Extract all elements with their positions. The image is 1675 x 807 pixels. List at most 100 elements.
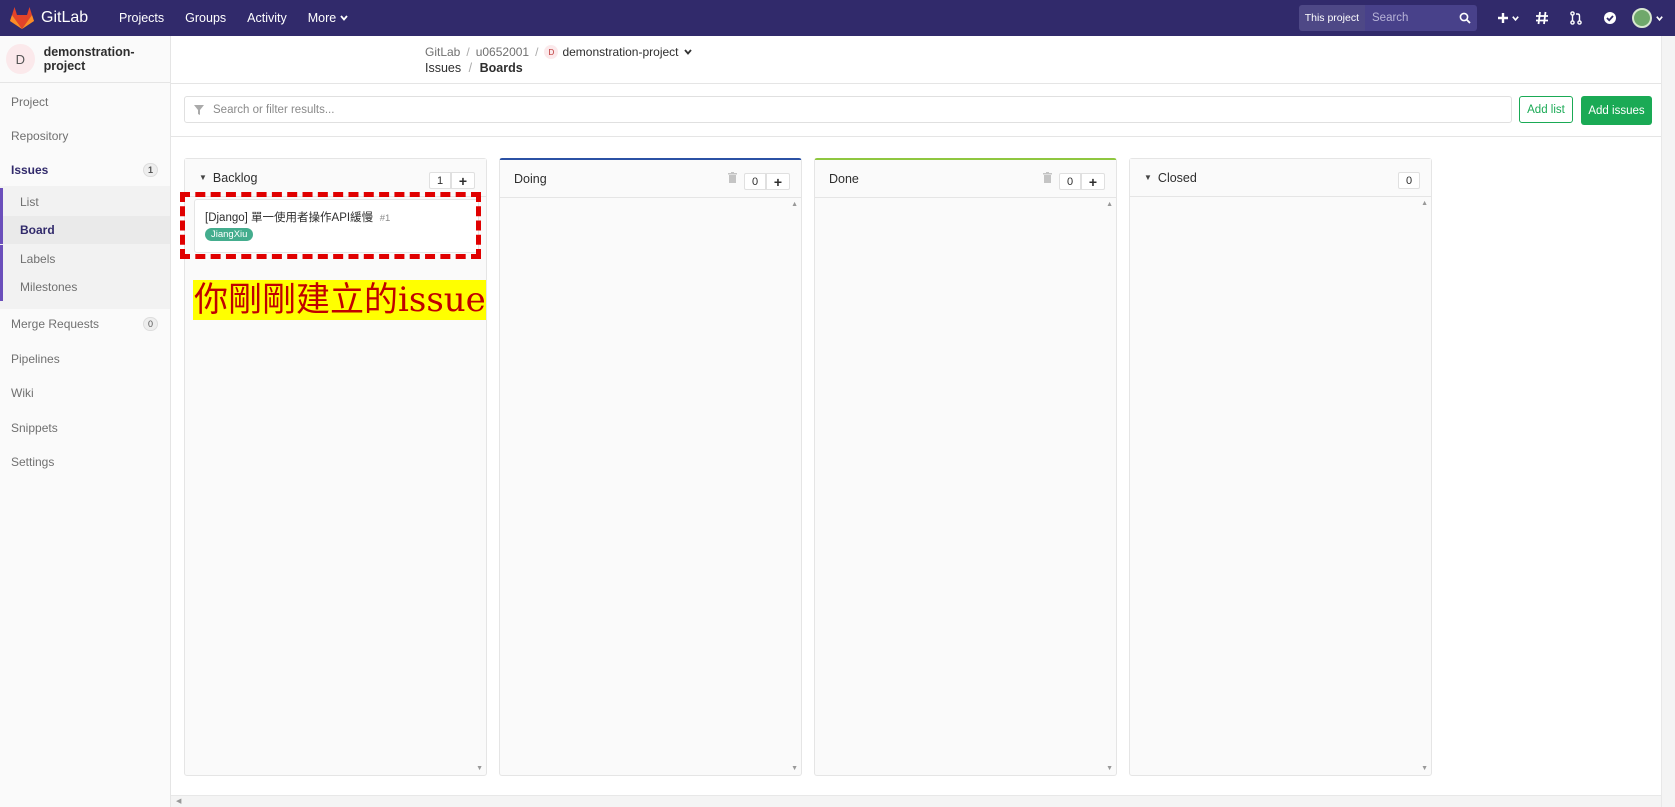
sidebar-item-issues[interactable]: Issues 1: [0, 156, 170, 184]
new-issue-button[interactable]: +: [451, 172, 475, 189]
scroll-down-arrow[interactable]: ▼: [1421, 765, 1428, 772]
issue-count: 1: [429, 172, 451, 189]
board-header: ▼ Closed 0: [1130, 159, 1431, 197]
breadcrumb-separator: /: [535, 45, 539, 59]
board-header: Doing 0 +: [500, 160, 801, 198]
breadcrumb-boards[interactable]: Boards: [480, 61, 523, 75]
scroll-up-arrow[interactable]: ▲: [1106, 201, 1113, 208]
scroll-down-arrow[interactable]: ▼: [1106, 765, 1113, 772]
issue-card[interactable]: [Django] 單一使用者操作API緩慢 #1 JiangXiu: [194, 199, 479, 253]
breadcrumb-issues[interactable]: Issues: [425, 61, 461, 75]
issues-count-badge: 1: [143, 163, 158, 177]
issue-label[interactable]: JiangXiu: [205, 228, 254, 241]
board-list-done: Done 0 + ▲ ▼: [814, 158, 1117, 776]
sidebar-item-pipelines[interactable]: Pipelines: [0, 345, 170, 373]
search-placeholder: Search: [1372, 12, 1409, 24]
issue-count: 0: [1398, 172, 1420, 189]
hash-icon: [1536, 11, 1548, 25]
add-issues-button[interactable]: Add issues: [1581, 96, 1652, 125]
gitlab-logo-icon: [10, 7, 34, 29]
search-scope-badge[interactable]: This project: [1298, 5, 1365, 31]
scroll-down-arrow[interactable]: ▼: [476, 765, 483, 772]
filter-search-input[interactable]: Search or filter results...: [184, 96, 1512, 123]
breadcrumb-separator: /: [468, 61, 473, 75]
sidebar-item-label: Issues: [11, 163, 49, 177]
sidebar-item-settings[interactable]: Settings: [0, 448, 170, 476]
user-menu[interactable]: [1627, 0, 1669, 36]
new-issue-button[interactable]: +: [766, 173, 790, 190]
issue-title[interactable]: [Django] 單一使用者操作API緩慢: [205, 212, 373, 224]
user-avatar: [1632, 8, 1652, 28]
sidebar-item-project[interactable]: Project: [0, 88, 170, 116]
scroll-up-arrow[interactable]: ▲: [791, 201, 798, 208]
board-title: Doing: [514, 171, 547, 186]
project-avatar: D: [6, 44, 35, 74]
chevron-down-icon[interactable]: [683, 47, 693, 57]
chevron-down-icon: [1511, 15, 1519, 21]
page-title: Issues / Boards: [425, 61, 523, 75]
horizontal-scrollbar[interactable]: ◀: [171, 795, 1661, 807]
breadcrumb-separator: /: [466, 45, 470, 59]
filter-icon: [194, 104, 204, 115]
plus-icon: [1497, 13, 1508, 23]
scroll-up-arrow[interactable]: ▲: [1421, 200, 1428, 207]
sidebar-item-label: Merge Requests: [11, 317, 100, 331]
sidebar-project-name: demonstration-project: [43, 45, 135, 73]
chevron-down-icon: [340, 15, 348, 21]
search-icon: [1459, 12, 1471, 24]
caret-down-icon[interactable]: ▼: [199, 173, 207, 182]
sidebar-item-merge-requests[interactable]: Merge Requests 0: [0, 310, 170, 338]
check-circle-icon: [1604, 12, 1616, 24]
breadcrumb-project[interactable]: demonstration-project: [562, 45, 678, 59]
issue-count: 0: [744, 173, 766, 190]
trash-icon[interactable]: [1043, 172, 1052, 183]
board-list-closed: ▼ Closed 0 ▲ ▼: [1129, 158, 1432, 776]
sidebar-item-wiki[interactable]: Wiki: [0, 379, 170, 407]
nav-activity[interactable]: Activity: [247, 11, 287, 25]
sidebar-project-header[interactable]: D demonstration-project: [0, 36, 170, 83]
merge-requests-shortcut[interactable]: [1559, 0, 1593, 36]
sidebar-subitem-labels[interactable]: Labels: [0, 245, 170, 273]
board-title: Closed: [1157, 170, 1197, 185]
chevron-down-icon: [1656, 15, 1663, 21]
annotation-label: 你剛剛建立的issue: [193, 280, 486, 320]
issue-number: #1: [379, 213, 391, 224]
vertical-scrollbar[interactable]: [1661, 36, 1675, 807]
breadcrumb-user[interactable]: u0652001: [476, 45, 529, 59]
search-input[interactable]: Search: [1365, 5, 1477, 31]
board-title: Backlog: [212, 170, 258, 185]
add-list-button[interactable]: Add list: [1519, 96, 1573, 123]
issues-shortcut[interactable]: [1525, 0, 1559, 36]
new-issue-button[interactable]: +: [1081, 173, 1105, 190]
new-dropdown[interactable]: [1491, 0, 1525, 36]
sidebar-subitem-list[interactable]: List: [0, 188, 170, 216]
scroll-left-arrow[interactable]: ◀: [176, 797, 181, 805]
gitlab-home-link[interactable]: GitLab: [10, 7, 98, 29]
issues-submenu: List Board Labels Milestones: [0, 186, 170, 309]
nav-groups[interactable]: Groups: [185, 11, 226, 25]
merge-request-icon: [1570, 11, 1582, 25]
project-sidebar: D demonstration-project Project Reposito…: [0, 36, 171, 807]
board-header: Done 0 +: [815, 160, 1116, 198]
issue-card-title-row: [Django] 單一使用者操作API緩慢 #1: [205, 209, 468, 225]
scroll-down-arrow[interactable]: ▼: [791, 765, 798, 772]
nav-more-label: More: [307, 11, 337, 25]
sidebar-subitem-board[interactable]: Board: [0, 216, 170, 244]
board-title: Done: [829, 171, 859, 186]
header-divider: [171, 83, 1661, 84]
issue-count: 0: [1059, 173, 1081, 190]
sidebar-item-snippets[interactable]: Snippets: [0, 414, 170, 442]
board-list-backlog: ▼ Backlog 1 + [Django] 單一使用者操作API緩慢 #1 J…: [184, 158, 487, 776]
filter-placeholder: Search or filter results...: [213, 103, 335, 116]
sidebar-item-repository[interactable]: Repository: [0, 122, 170, 150]
trash-icon[interactable]: [728, 172, 737, 183]
breadcrumb: GitLab / u0652001 / D demonstration-proj…: [425, 45, 693, 59]
caret-down-icon[interactable]: ▼: [1144, 173, 1152, 182]
gitlab-brand: GitLab: [41, 9, 89, 26]
board-list-doing: Doing 0 + ▲ ▼: [499, 158, 802, 776]
breadcrumb-gitlab[interactable]: GitLab: [425, 45, 460, 59]
nav-projects[interactable]: Projects: [119, 11, 164, 25]
nav-more[interactable]: More: [308, 11, 349, 25]
todos-shortcut[interactable]: [1593, 0, 1627, 36]
sidebar-subitem-milestones[interactable]: Milestones: [0, 273, 170, 301]
